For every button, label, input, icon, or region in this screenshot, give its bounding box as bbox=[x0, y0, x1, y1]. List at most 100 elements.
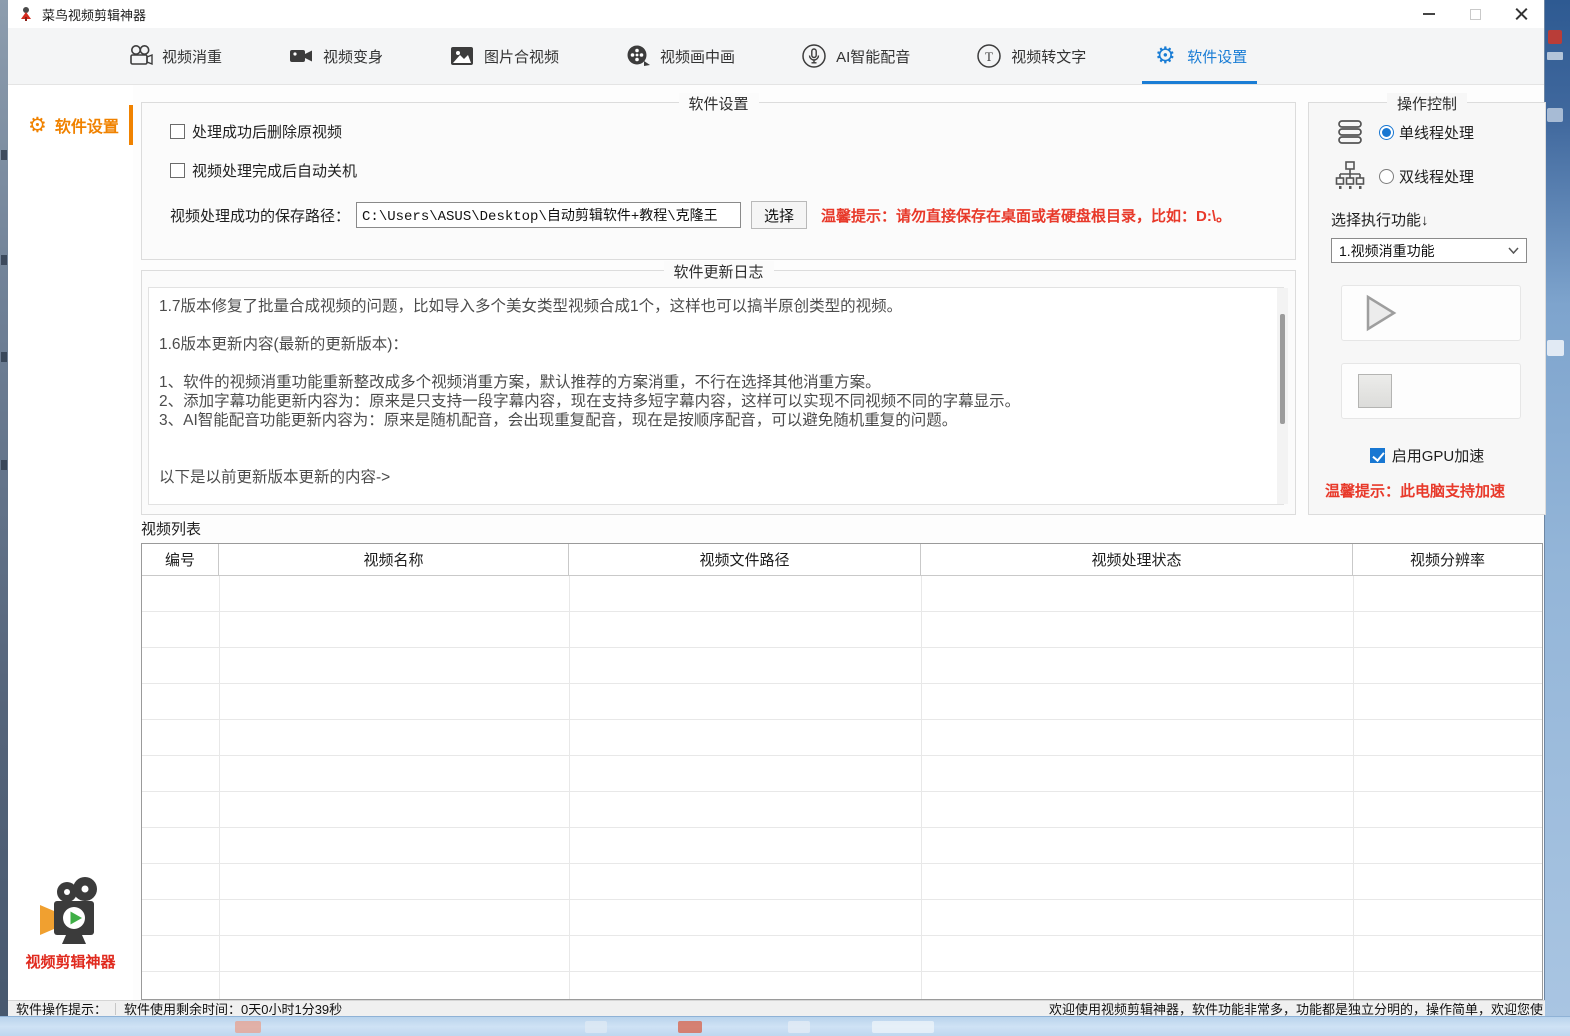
save-path-input[interactable] bbox=[356, 202, 741, 228]
screen: 菜鸟视频剪辑神器 视频消重 bbox=[0, 0, 1570, 1036]
taskbar-item[interactable] bbox=[678, 1021, 702, 1033]
tab-video-dedupe[interactable]: 视频消重 bbox=[113, 28, 236, 84]
tab-software-settings[interactable]: ⚙ 软件设置 bbox=[1138, 28, 1261, 84]
column-header[interactable]: 视频分辨率 bbox=[1353, 544, 1542, 575]
settings-groupbox: 软件设置 处理成功后删除原视频 视频处理完成后自动关机 视频处理成功的保存路径：… bbox=[141, 102, 1296, 260]
window-title: 菜鸟视频剪辑神器 bbox=[42, 5, 146, 24]
stop-button[interactable] bbox=[1341, 363, 1521, 419]
column-divider bbox=[219, 576, 220, 999]
desktop-icon-fragment bbox=[1, 352, 7, 362]
radio-label: 单线程处理 bbox=[1399, 122, 1474, 143]
function-select[interactable]: 1.视频消重功能 bbox=[1331, 238, 1527, 263]
single-thread-radio[interactable] bbox=[1379, 125, 1394, 140]
status-left-label: 软件操作提示： bbox=[8, 1000, 107, 1016]
play-icon bbox=[1358, 291, 1402, 335]
radio-label: 双线程处理 bbox=[1399, 166, 1474, 187]
column-header[interactable]: 视频名称 bbox=[219, 544, 569, 575]
taskbar-item[interactable] bbox=[872, 1021, 934, 1033]
taskbar-item[interactable] bbox=[235, 1021, 261, 1033]
maximize-icon bbox=[1470, 9, 1481, 20]
tab-label: 视频转文字 bbox=[1011, 46, 1086, 67]
start-button[interactable] bbox=[1341, 285, 1521, 341]
delete-source-checkbox[interactable] bbox=[170, 124, 185, 139]
desktop-icon-fragment bbox=[1548, 30, 1562, 44]
tab-label: 视频画中画 bbox=[660, 46, 735, 67]
tab-video-pip[interactable]: 视频画中画 bbox=[611, 28, 749, 84]
save-path-label: 视频处理成功的保存路径： bbox=[170, 205, 350, 226]
taskbar-item[interactable] bbox=[585, 1021, 607, 1033]
desktop-edge-left bbox=[0, 0, 8, 1016]
double-thread-radio-option[interactable]: 双线程处理 bbox=[1379, 166, 1474, 187]
update-log-scrollbar[interactable] bbox=[1277, 288, 1288, 504]
sidebar-item-settings[interactable]: ⚙ 软件设置 bbox=[8, 103, 133, 147]
svg-text:T: T bbox=[985, 49, 993, 64]
tab-label: 软件设置 bbox=[1187, 46, 1247, 67]
auto-shutdown-checkbox-row[interactable]: 视频处理完成后自动关机 bbox=[170, 160, 1295, 181]
save-path-row: 视频处理成功的保存路径： 选择 温馨提示：请勿直接保存在桌面或者硬盘根目录，比如… bbox=[170, 201, 1295, 229]
status-divider bbox=[115, 1003, 116, 1015]
film-reel-icon bbox=[625, 43, 651, 69]
logo-label: 视频剪辑神器 bbox=[8, 951, 133, 972]
video-list-body[interactable] bbox=[142, 576, 1542, 999]
auto-shutdown-checkbox[interactable] bbox=[170, 163, 185, 178]
status-bar: 软件操作提示： 软件使用剩余时间：0天0小时1分39秒 欢迎使用视频剪辑神器，软… bbox=[8, 1000, 1545, 1016]
microphone-icon bbox=[801, 43, 827, 69]
tab-video-to-text[interactable]: T 视频转文字 bbox=[962, 28, 1100, 84]
desktop-icon-fragment bbox=[1, 460, 7, 470]
tab-image-to-video[interactable]: 图片合视频 bbox=[435, 28, 573, 84]
maximize-button[interactable] bbox=[1452, 0, 1498, 28]
tab-video-transform[interactable]: 视频变身 bbox=[274, 28, 397, 84]
gpu-tip: 温馨提示：此电脑支持加速 bbox=[1325, 480, 1545, 501]
checkbox-label: 视频处理完成后自动关机 bbox=[192, 160, 357, 181]
desktop-icon-fragment bbox=[1547, 52, 1563, 60]
function-select-value: 1.视频消重功能 bbox=[1339, 241, 1435, 261]
gpu-checkbox[interactable] bbox=[1370, 448, 1385, 463]
taskbar-item[interactable] bbox=[788, 1021, 810, 1033]
gpu-checkbox-row[interactable]: 启用GPU加速 bbox=[1309, 445, 1545, 466]
update-log-text[interactable]: 1.7版本修复了批量合成视频的问题，比如导入多个美女类型视频合成1个，这样也可以… bbox=[148, 287, 1284, 505]
column-header[interactable]: 视频处理状态 bbox=[921, 544, 1353, 575]
update-log-groupbox: 软件更新日志 1.7版本修复了批量合成视频的问题，比如导入多个美女类型视频合成1… bbox=[141, 270, 1296, 515]
tab-label: 视频消重 bbox=[162, 46, 222, 67]
tab-ai-dubbing[interactable]: AI智能配音 bbox=[787, 28, 924, 84]
scrollbar-thumb[interactable] bbox=[1280, 314, 1285, 424]
video-camera-icon bbox=[288, 43, 314, 69]
status-time-text: 软件使用剩余时间：0天0小时1分39秒 bbox=[124, 1000, 342, 1016]
tab-label: 图片合视频 bbox=[484, 46, 559, 67]
groupbox-title: 操作控制 bbox=[1387, 93, 1467, 114]
single-thread-radio-option[interactable]: 单线程处理 bbox=[1379, 122, 1474, 143]
picture-icon bbox=[449, 43, 475, 69]
desktop-icon-fragment bbox=[1, 255, 7, 265]
gear-icon: ⚙ bbox=[1152, 43, 1178, 69]
movie-camera-logo-icon bbox=[32, 877, 110, 947]
gear-icon: ⚙ bbox=[28, 115, 47, 136]
desktop-icon-fragment bbox=[1, 150, 7, 160]
app-logo: 视频剪辑神器 bbox=[8, 877, 133, 972]
app-icon bbox=[18, 6, 34, 22]
checkbox-label: 启用GPU加速 bbox=[1392, 445, 1485, 466]
groupbox-title: 软件设置 bbox=[678, 93, 758, 114]
stop-icon bbox=[1358, 374, 1392, 408]
tab-label: 视频变身 bbox=[323, 46, 383, 67]
double-thread-radio[interactable] bbox=[1379, 169, 1394, 184]
column-header[interactable]: 编号 bbox=[142, 544, 219, 575]
function-select-label: 选择执行功能↓ bbox=[1331, 209, 1545, 230]
browse-button[interactable]: 选择 bbox=[751, 201, 807, 229]
video-list-table[interactable]: 编号 视频名称 视频文件路径 视频处理状态 视频分辨率 bbox=[141, 543, 1543, 1000]
video-list-title: 视频列表 bbox=[141, 518, 201, 539]
film-camera-icon bbox=[127, 43, 153, 69]
column-divider bbox=[921, 576, 922, 999]
column-header[interactable]: 视频文件路径 bbox=[569, 544, 921, 575]
close-icon bbox=[1515, 8, 1528, 21]
app-window: 菜鸟视频剪辑神器 视频消重 bbox=[8, 0, 1545, 1016]
status-welcome-text: 欢迎使用视频剪辑神器，软件功能非常多，功能都是独立分明的，操作简单，欢迎您使 bbox=[1049, 1000, 1545, 1016]
tab-label: AI智能配音 bbox=[836, 46, 910, 67]
minimize-icon bbox=[1423, 13, 1435, 15]
minimize-button[interactable] bbox=[1406, 0, 1452, 28]
sidebar: ⚙ 软件设置 视频剪辑神器 bbox=[8, 85, 133, 1000]
windows-taskbar[interactable] bbox=[0, 1016, 1570, 1036]
title-bar: 菜鸟视频剪辑神器 bbox=[8, 0, 1544, 28]
delete-source-checkbox-row[interactable]: 处理成功后删除原视频 bbox=[170, 121, 1295, 142]
close-button[interactable] bbox=[1498, 0, 1544, 28]
column-divider bbox=[569, 576, 570, 999]
